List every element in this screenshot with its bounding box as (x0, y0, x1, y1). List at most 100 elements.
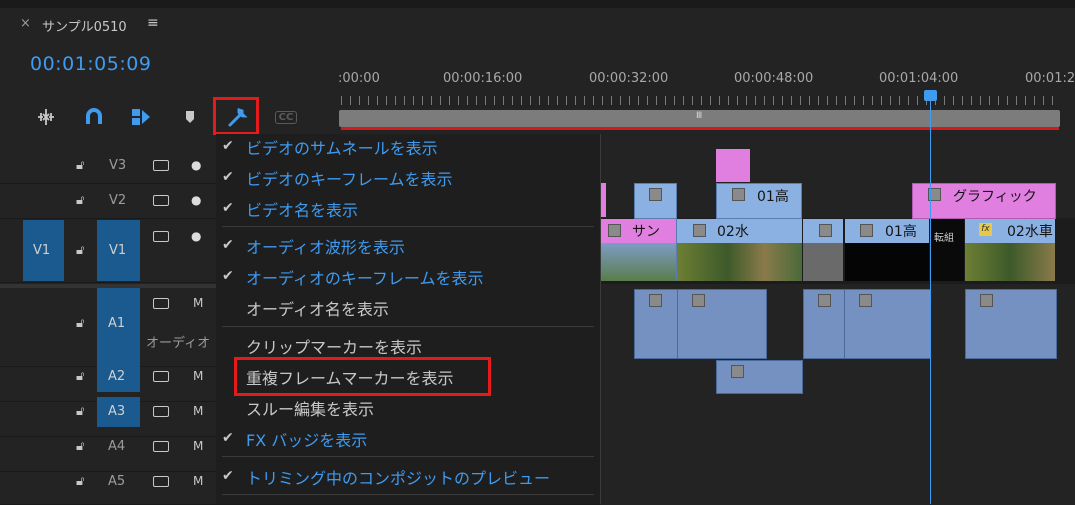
clip-v1[interactable]: 02水 (676, 219, 802, 281)
audio-clip[interactable] (965, 289, 1057, 359)
sync-lock-icon[interactable] (153, 476, 169, 487)
clip-v2[interactable]: 01高 (716, 183, 802, 219)
menu-item-composite-preview-during-trim[interactable]: トリミング中のコンポジットのプレビュー (246, 465, 550, 489)
audio-clip[interactable] (803, 289, 845, 359)
captions-label: CC (274, 110, 298, 124)
scrollbar-grip-icon[interactable]: Ⅲ (696, 111, 702, 121)
clip-thumbnail (677, 243, 802, 281)
sync-lock-icon[interactable] (153, 406, 169, 417)
menu-item-show-video-thumbnails[interactable]: ビデオのサムネールを表示 (246, 135, 438, 159)
sync-lock-icon[interactable] (153, 160, 169, 171)
clip-name: 01高 (757, 189, 789, 205)
highlight-box (234, 357, 491, 396)
magnet-icon[interactable] (82, 106, 106, 128)
clip-v1[interactable] (803, 219, 843, 281)
fx-badge-icon (860, 224, 873, 237)
track-label: オーディオ (146, 336, 211, 351)
source-track-name: V1 (33, 243, 51, 258)
clip-v2-graphic[interactable]: グラフィック (912, 183, 1056, 219)
fx-badge-icon (608, 224, 621, 237)
clip-v1[interactable]: fx 02水車 (965, 219, 1055, 281)
lock-icon[interactable]: 🔓︎ (76, 439, 84, 454)
menu-item-show-video-keyframes[interactable]: ビデオのキーフレームを表示 (246, 166, 453, 190)
clip-thumbnail (600, 243, 676, 281)
eye-icon[interactable]: ● (191, 229, 201, 243)
sync-lock-icon[interactable] (153, 231, 169, 242)
fx-badge-icon (818, 294, 831, 307)
track-name: V3 (109, 158, 127, 173)
sync-lock-icon[interactable] (153, 195, 169, 206)
clip-v1-title[interactable]: 転組 (931, 219, 964, 281)
lock-icon[interactable]: 🔓︎ (76, 474, 84, 489)
fx-badge-icon (731, 365, 744, 378)
clip-name: 01高 (885, 224, 917, 240)
mute-button[interactable]: M (193, 474, 203, 488)
work-area-bar (341, 127, 1059, 130)
captions-button[interactable]: CC (273, 106, 299, 128)
track-name: A3 (108, 404, 126, 419)
linked-selection-icon[interactable] (129, 106, 153, 128)
lock-icon[interactable]: 🔓︎ (76, 193, 84, 208)
sync-lock-icon[interactable] (153, 298, 169, 309)
track-name: V1 (109, 243, 127, 258)
sync-lock-icon[interactable] (153, 441, 169, 452)
eye-icon[interactable]: ● (191, 158, 201, 172)
mute-button[interactable]: M (193, 439, 203, 453)
timeline-settings-menu: ✔ ビデオのサムネールを表示 ✔ ビデオのキーフレームを表示 ✔ ビデオ名を表示… (216, 134, 601, 504)
menu-item-show-audio-waveform[interactable]: オーディオ波形を表示 (246, 234, 405, 258)
menu-item-show-audio-names[interactable]: オーディオ名を表示 (246, 296, 389, 320)
audio-clip[interactable] (677, 289, 767, 359)
playhead-timecode[interactable]: 00:01:05:09 (30, 53, 151, 75)
close-tab-icon[interactable]: × (20, 16, 31, 31)
lock-icon[interactable]: 🔓︎ (76, 404, 84, 419)
lock-icon[interactable]: 🔓︎ (76, 243, 84, 258)
clip-v3-graphic[interactable] (716, 149, 750, 182)
ruler-label: :00:00 (338, 71, 380, 86)
fx-badge-icon (819, 224, 832, 237)
menu-item-show-through-edits[interactable]: スルー編集を表示 (246, 396, 374, 420)
mute-button[interactable]: M (193, 296, 203, 310)
menu-separator (222, 456, 594, 457)
clip-thumbnail (965, 243, 1055, 281)
lock-icon[interactable]: 🔓︎ (76, 158, 84, 173)
playhead-handle[interactable] (924, 90, 937, 101)
audio-clip[interactable] (716, 360, 803, 394)
sync-lock-icon[interactable] (153, 371, 169, 382)
eye-icon[interactable]: ● (191, 193, 201, 207)
menu-item-show-audio-keyframes[interactable]: オーディオのキーフレームを表示 (246, 265, 483, 289)
clip-name: 転組 (934, 233, 954, 244)
clip-v1[interactable]: 01高 (845, 219, 929, 281)
settings-highlight-box (213, 97, 259, 135)
clip-name: 02水車 (1007, 224, 1053, 240)
audio-clip[interactable] (634, 289, 678, 359)
playhead-line[interactable] (930, 92, 931, 504)
add-marker-icon[interactable] (178, 106, 202, 128)
check-icon: ✔ (222, 430, 234, 446)
check-icon: ✔ (222, 237, 234, 253)
fx-badge-icon (649, 294, 662, 307)
clip-v2[interactable] (634, 183, 677, 219)
menu-separator (222, 226, 594, 227)
menu-item-show-clip-markers[interactable]: クリップマーカーを表示 (246, 334, 422, 358)
menu-separator (222, 326, 594, 327)
menu-separator (222, 494, 594, 495)
menu-item-show-video-names[interactable]: ビデオ名を表示 (246, 197, 358, 221)
check-icon: ✔ (222, 169, 234, 185)
audio-clip[interactable] (844, 289, 931, 359)
lock-icon[interactable]: 🔓︎ (76, 316, 84, 331)
lock-icon[interactable]: 🔓︎ (76, 369, 84, 384)
tab-menu-icon[interactable]: ≡ (147, 15, 159, 31)
ruler-label: 00:01:2 (1025, 71, 1075, 86)
check-icon: ✔ (222, 138, 234, 154)
clip-thumbnail (845, 243, 929, 281)
mute-button[interactable]: M (193, 404, 203, 418)
menu-item-show-fx-badges[interactable]: FX バッジを表示 (246, 427, 367, 451)
top-bar (0, 0, 1075, 8)
snap-icon[interactable] (34, 106, 58, 128)
track-name: A2 (108, 369, 126, 384)
clip-v1[interactable]: サン (600, 219, 676, 281)
ruler-label: 00:00:32:00 (589, 71, 669, 86)
sequence-tab-title[interactable]: サンプル0510 (42, 16, 127, 35)
mute-button[interactable]: M (193, 369, 203, 383)
check-icon: ✔ (222, 468, 234, 484)
